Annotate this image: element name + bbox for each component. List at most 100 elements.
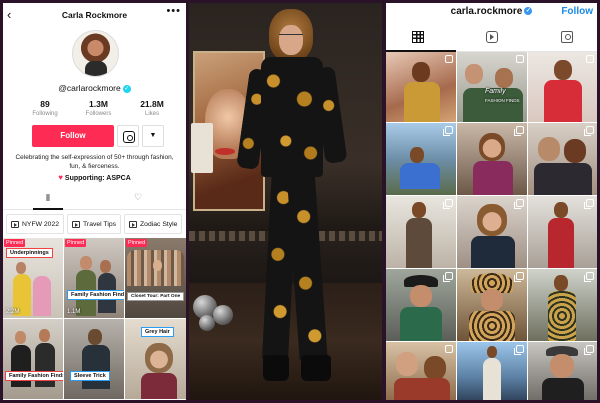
post-image bbox=[465, 273, 519, 341]
post-thumbnail[interactable] bbox=[386, 123, 456, 195]
post-thumbnail[interactable] bbox=[386, 196, 456, 268]
post-thumbnail[interactable] bbox=[528, 52, 597, 122]
username-text: carla.rockmore bbox=[450, 6, 523, 17]
video-grid: Pinned Underpinnings 2.2M Pinned Family … bbox=[3, 238, 186, 400]
carousel-icon bbox=[443, 272, 453, 282]
stat-value: 89 bbox=[40, 99, 50, 109]
thumbnail-image bbox=[139, 343, 179, 399]
thumbnail-image bbox=[11, 260, 55, 316]
more-options-icon[interactable]: ••• bbox=[166, 5, 181, 17]
profile-bio: Celebrating the self-expression of 50+ t… bbox=[15, 154, 174, 170]
post-thumbnail[interactable] bbox=[528, 196, 597, 268]
video-thumbnail[interactable]: Family Fashion Finds bbox=[3, 319, 63, 399]
handle-text: @carlarockmore bbox=[58, 83, 121, 93]
video-caption: Family Fashion Finds bbox=[5, 371, 63, 381]
videos-tab-icon[interactable]: ⦀ bbox=[43, 193, 53, 203]
painting-lips bbox=[215, 148, 235, 155]
brocade-jacket bbox=[261, 57, 323, 177]
instagram-profile-panel: carla.rockmore ✓ Follow Family FASHION FIN… bbox=[386, 3, 597, 400]
instagram-link-icon[interactable] bbox=[117, 125, 139, 147]
profile-handle: @carlarockmore ✓ bbox=[3, 83, 186, 93]
post-grid: Family FASHION FINDS bbox=[386, 52, 597, 400]
post-thumbnail[interactable] bbox=[457, 196, 527, 268]
playlist-chip[interactable]: NYFW 2022 bbox=[6, 214, 65, 234]
video-caption: Grey Hair bbox=[141, 327, 174, 337]
video-caption: Family Fashion Finds bbox=[67, 290, 124, 300]
post-image bbox=[396, 275, 446, 341]
post-image bbox=[469, 133, 517, 195]
stat-value: 21.8M bbox=[140, 99, 164, 109]
fashion-photo bbox=[189, 3, 382, 400]
video-thumbnail[interactable]: Grey Hair bbox=[125, 319, 186, 399]
post-overlay-subtitle: FASHION FINDS bbox=[485, 98, 520, 103]
stat-following[interactable]: 89 Following bbox=[21, 99, 69, 117]
stat-followers[interactable]: 1.3M Followers bbox=[75, 99, 123, 117]
playlist-icon bbox=[72, 220, 81, 228]
post-thumbnail[interactable] bbox=[386, 52, 456, 122]
playlist-chip[interactable]: Travel Tips bbox=[67, 214, 122, 234]
carousel-icon bbox=[443, 126, 453, 136]
video-thumbnail[interactable]: Pinned Underpinnings 2.2M bbox=[3, 238, 63, 318]
content-tabs bbox=[386, 22, 597, 52]
profile-username: Carla Rockmore bbox=[61, 10, 128, 20]
playlist-chip[interactable]: Zodiac Style bbox=[124, 214, 183, 234]
carousel-icon bbox=[584, 272, 594, 282]
model-face bbox=[279, 25, 303, 55]
reels-icon[interactable] bbox=[486, 31, 498, 43]
post-image bbox=[479, 346, 505, 400]
lamp-shade bbox=[191, 123, 213, 173]
video-thumbnail[interactable]: Sleeve Trick bbox=[64, 319, 124, 399]
heart-icon: ♥ bbox=[58, 173, 63, 182]
post-thumbnail[interactable] bbox=[457, 269, 527, 341]
post-thumbnail[interactable] bbox=[457, 342, 527, 400]
post-image bbox=[398, 147, 442, 193]
posts-grid-icon[interactable] bbox=[412, 31, 424, 43]
verified-badge-icon: ✓ bbox=[524, 7, 533, 16]
carousel-icon bbox=[514, 126, 524, 136]
post-thumbnail[interactable] bbox=[528, 123, 597, 195]
follow-button[interactable]: Follow bbox=[561, 6, 593, 17]
playlist-icon bbox=[11, 220, 19, 228]
video-caption: Sleeve Trick bbox=[70, 371, 110, 381]
video-thumbnail[interactable]: Pinned Closet Tour: Part One bbox=[125, 238, 186, 318]
carousel-icon bbox=[584, 199, 594, 209]
post-thumbnail[interactable] bbox=[528, 342, 597, 400]
post-thumbnail[interactable] bbox=[386, 269, 456, 341]
post-image bbox=[540, 60, 586, 122]
silver-sphere bbox=[199, 315, 215, 331]
video-caption: Closet Tour: Part One bbox=[127, 292, 185, 301]
stat-label: Likes bbox=[144, 111, 159, 117]
stat-value: 1.3M bbox=[89, 99, 108, 109]
brocade-trouser-right bbox=[286, 168, 328, 360]
active-tab-indicator bbox=[33, 208, 63, 210]
post-thumbnail[interactable] bbox=[528, 269, 597, 341]
post-thumbnail[interactable] bbox=[386, 342, 456, 400]
avatar[interactable] bbox=[72, 30, 119, 77]
thumbnail-image bbox=[74, 256, 118, 316]
post-image bbox=[467, 204, 519, 268]
instagram-header: carla.rockmore ✓ Follow bbox=[386, 3, 597, 22]
post-overlay-title: Family bbox=[485, 88, 506, 95]
playlists: NYFW 2022 Travel Tips Zodiac Style bbox=[6, 214, 183, 234]
stat-label: Following bbox=[32, 111, 58, 117]
glasses-icon bbox=[279, 34, 303, 40]
playlist-label: NYFW 2022 bbox=[22, 220, 60, 228]
post-thumbnail[interactable] bbox=[457, 123, 527, 195]
pinned-badge: Pinned bbox=[126, 239, 148, 247]
follow-button[interactable]: Follow bbox=[32, 125, 114, 147]
video-thumbnail[interactable]: Pinned Family Fashion Finds 1.1M bbox=[64, 238, 124, 318]
stat-likes[interactable]: 21.8M Likes bbox=[128, 99, 176, 117]
post-thumbnail[interactable]: Family FASHION FINDS bbox=[457, 52, 527, 122]
content-tabs: ⦀ ♡ bbox=[3, 190, 186, 210]
tagged-icon[interactable] bbox=[561, 31, 573, 43]
stat-label: Followers bbox=[85, 111, 112, 117]
pinned-badge: Pinned bbox=[4, 239, 26, 247]
view-count: 2.2M bbox=[6, 309, 20, 315]
profile-stats: 89 Following 1.3M Followers 21.8M Likes bbox=[21, 99, 176, 117]
chevron-down-icon[interactable]: ▼ bbox=[142, 125, 164, 147]
liked-videos-tab-icon[interactable]: ♡ bbox=[134, 192, 142, 203]
tiktok-profile-panel: ‹ Carla Rockmore ••• @carlarockmore ✓ 89 … bbox=[3, 3, 186, 400]
post-image bbox=[402, 62, 442, 122]
playlist-label: Travel Tips bbox=[83, 220, 117, 228]
charity-link[interactable]: ♥ Supporting: ASPCA bbox=[3, 173, 186, 182]
